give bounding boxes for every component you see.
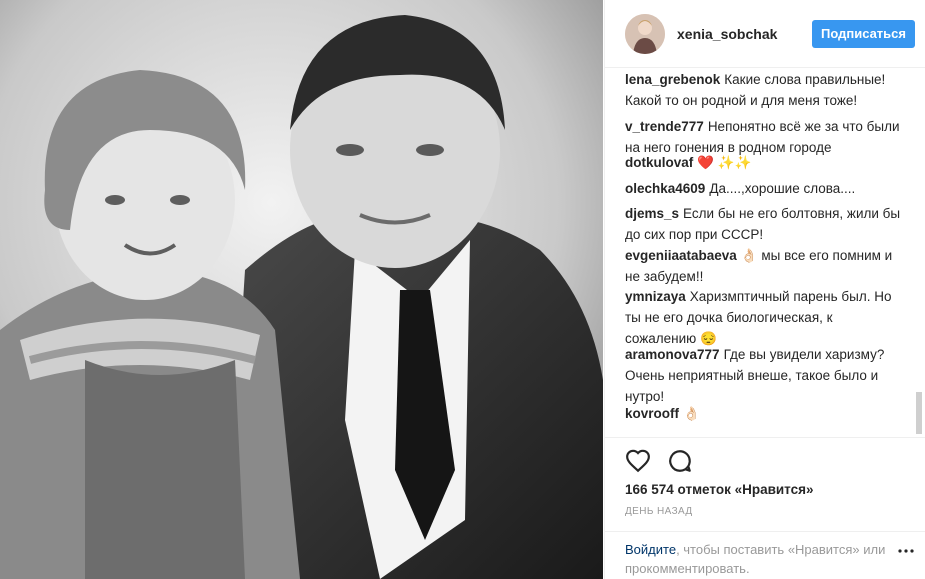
avatar-image bbox=[625, 13, 665, 54]
avatar[interactable] bbox=[625, 13, 665, 54]
comment-text: ❤️ ✨✨ bbox=[697, 155, 752, 170]
comment-icon[interactable] bbox=[667, 448, 693, 474]
comment-username[interactable]: olechka4609 bbox=[625, 181, 705, 196]
action-icons bbox=[605, 438, 925, 484]
post-time: День назад bbox=[625, 506, 693, 517]
comment-text: 👌🏻 bbox=[683, 406, 700, 421]
username-link[interactable]: xenia_sobchak bbox=[677, 26, 812, 42]
comment-username[interactable]: aramonova777 bbox=[625, 347, 720, 362]
comment-item: evgeniiaatabaeva 👌🏻 мы все его помним и н… bbox=[625, 245, 907, 287]
comment-username[interactable]: djems_s bbox=[625, 206, 679, 221]
follow-button[interactable]: Подписаться bbox=[811, 19, 915, 48]
post-photo[interactable] bbox=[0, 0, 603, 579]
comment-username[interactable]: kovrooff bbox=[625, 406, 679, 421]
comment-text: Да....,хорошие слова.... bbox=[709, 181, 856, 196]
comment-item: olechka4609 Да....,хорошие слова.... bbox=[625, 178, 907, 199]
comment-item: aramonova777 Где вы увидели харизму? Очен… bbox=[625, 344, 907, 407]
comment-item: dotkulovaf ❤️ ✨✨ bbox=[625, 152, 907, 173]
post-header: xenia_sobchak Подписаться bbox=[605, 0, 925, 68]
post-view: xenia_sobchak Подписаться lena_grebenok К… bbox=[0, 0, 925, 579]
comment-item: kovrooff 👌🏻 bbox=[625, 403, 907, 424]
post-actions: 166 574 отметок «Нравится» День назад bbox=[605, 437, 925, 517]
scrollbar-thumb[interactable] bbox=[916, 392, 922, 434]
comments-list: lena_grebenok Какие слова правильные! Как… bbox=[605, 68, 925, 436]
login-prompt: Войдите, чтобы поставить «Нравится» или … bbox=[605, 531, 925, 579]
comment-username[interactable]: ymnizaya bbox=[625, 289, 686, 304]
comment-item: ymnizaya Харизмптичный парень был. Но ты … bbox=[625, 286, 907, 349]
comment-username[interactable]: evgeniiaatabaeva bbox=[625, 248, 737, 263]
comments-scrollbar[interactable] bbox=[916, 66, 922, 438]
more-dots-icon[interactable] bbox=[898, 544, 914, 558]
comment-item: djems_s Если бы не его болтовня, жили бы … bbox=[625, 203, 907, 245]
likes-count[interactable]: 166 574 отметок «Нравится» bbox=[625, 482, 814, 497]
comment-username[interactable]: v_trende777 bbox=[625, 119, 704, 134]
login-link[interactable]: Войдите bbox=[625, 542, 676, 557]
photo-image bbox=[0, 0, 603, 579]
heart-icon[interactable] bbox=[625, 448, 651, 474]
post-sidebar: xenia_sobchak Подписаться lena_grebenok К… bbox=[604, 0, 925, 579]
comment-item: lena_grebenok Какие слова правильные! Как… bbox=[625, 69, 907, 111]
comment-username[interactable]: lena_grebenok bbox=[625, 72, 720, 87]
comment-username[interactable]: dotkulovaf bbox=[625, 155, 693, 170]
